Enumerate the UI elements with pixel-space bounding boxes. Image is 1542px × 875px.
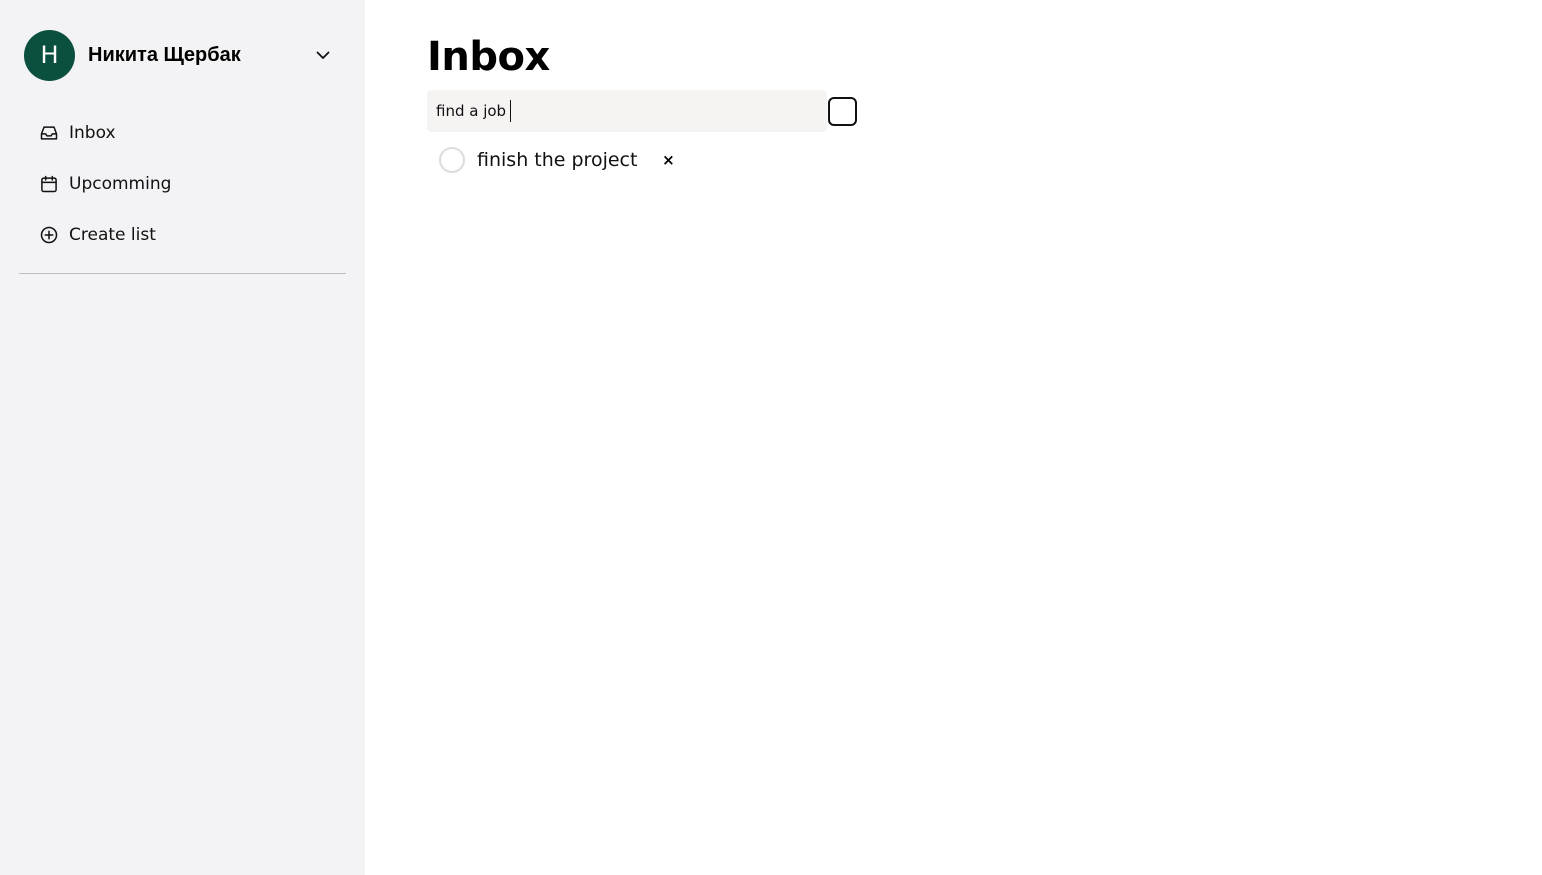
sidebar-divider (19, 273, 346, 274)
close-icon[interactable]: × (661, 151, 675, 169)
avatar: H (24, 29, 75, 81)
chevron-down-icon[interactable] (315, 47, 331, 63)
new-task-row: find a job (427, 90, 1542, 132)
app: H Никита Щербак Inbox Upcomming Create l… (0, 0, 1542, 875)
sidebar-item-upcomming[interactable]: Upcomming (38, 158, 365, 209)
page-title: Inbox (427, 34, 550, 80)
main-content: Inbox find a job finish the project × (365, 0, 1542, 875)
sidebar-item-create-list[interactable]: Create list (38, 209, 365, 260)
sidebar-item-label: Create list (69, 224, 156, 245)
task-text: finish the project (477, 149, 638, 171)
new-task-input-value: find a job (436, 102, 507, 120)
plus-circle-icon (38, 224, 59, 245)
sidebar-nav: Inbox Upcomming Create list (0, 107, 365, 260)
sidebar-item-inbox[interactable]: Inbox (38, 107, 365, 158)
text-caret (510, 100, 512, 122)
sidebar-item-label: Upcomming (69, 173, 172, 194)
avatar-initial: H (40, 41, 59, 69)
inbox-icon (38, 122, 59, 143)
add-task-button[interactable] (828, 96, 857, 126)
user-menu[interactable]: H Никита Щербак (0, 29, 365, 81)
task-item: finish the project × (439, 140, 1542, 180)
task-list: finish the project × (427, 140, 1542, 180)
user-name: Никита Щербак (88, 43, 241, 66)
new-task-input[interactable]: find a job (427, 90, 827, 132)
sidebar: H Никита Щербак Inbox Upcomming Create l… (0, 0, 365, 875)
task-complete-checkbox[interactable] (439, 147, 465, 173)
sidebar-item-label: Inbox (69, 122, 116, 143)
calendar-icon (38, 173, 59, 194)
